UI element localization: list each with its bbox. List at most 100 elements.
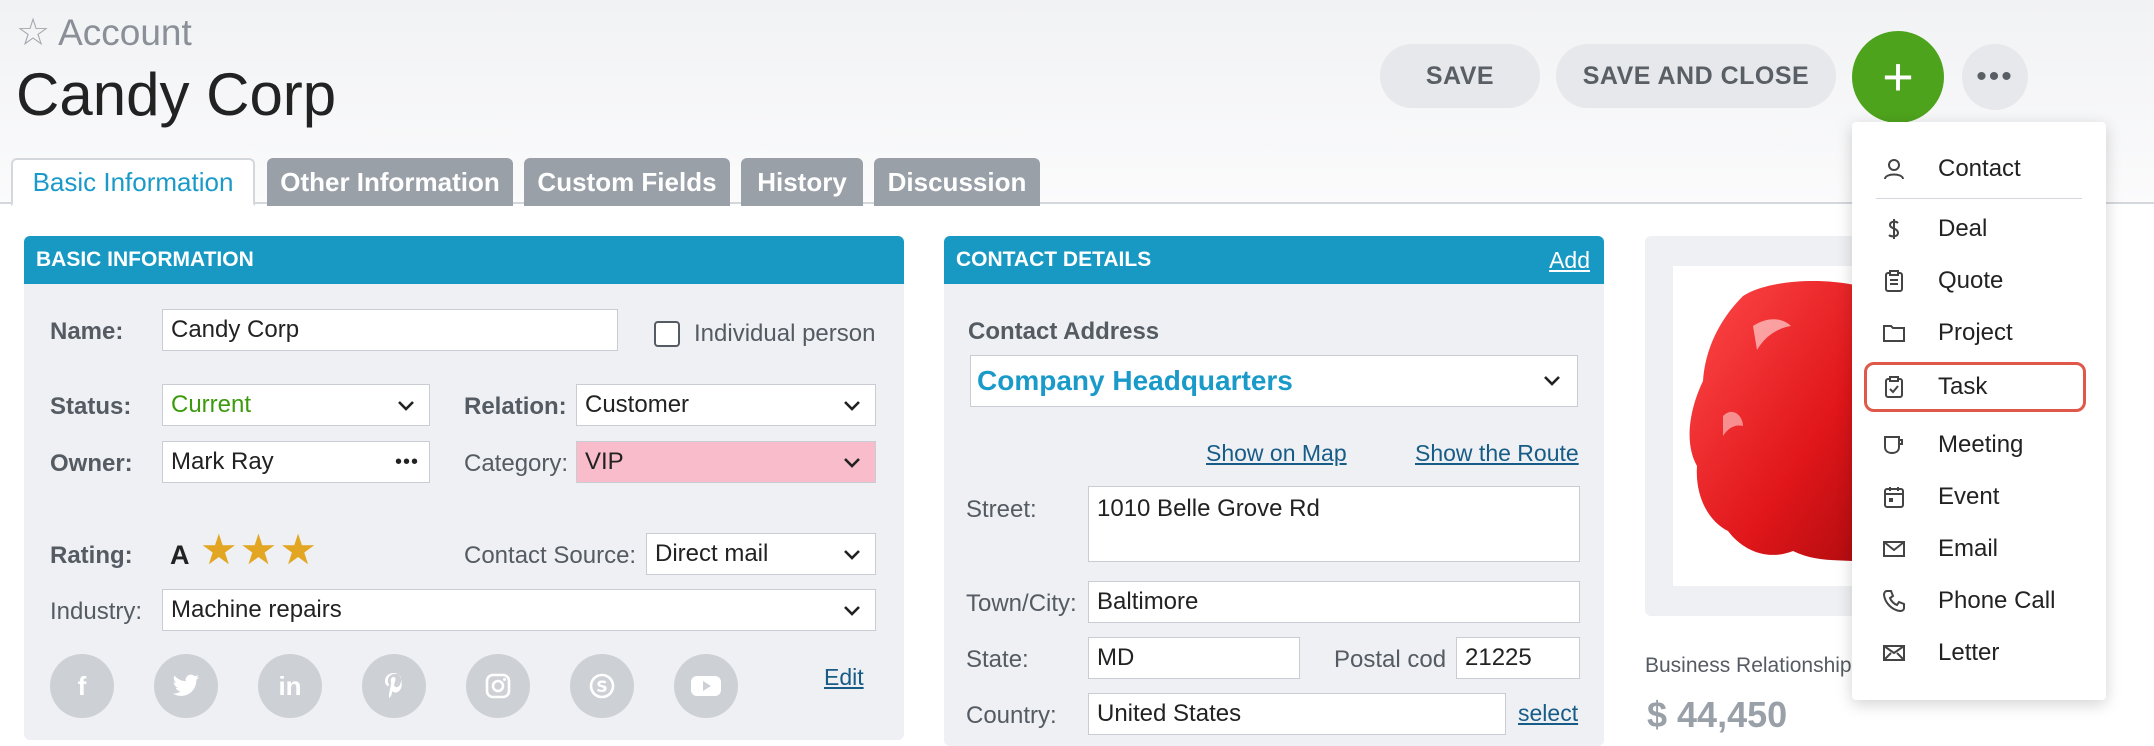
menu-divider xyxy=(1876,198,2082,199)
country-input[interactable]: United States xyxy=(1088,693,1506,735)
chevron-down-icon xyxy=(844,458,860,468)
state-label: State: xyxy=(966,646,1029,673)
add-new-button[interactable]: + xyxy=(1852,31,1944,123)
contact-source-value: Direct mail xyxy=(655,540,769,567)
instagram-icon[interactable] xyxy=(466,654,530,718)
business-relationship-value: $ 44,450 xyxy=(1647,694,1788,735)
menu-item-label: Task xyxy=(1938,373,1988,400)
relation-select[interactable]: Customer xyxy=(576,384,876,426)
chevron-down-icon xyxy=(844,606,860,616)
breadcrumb: ☆ Account xyxy=(16,10,192,55)
menu-item-letter[interactable]: Letter xyxy=(1852,628,2106,678)
menu-item-project[interactable]: Project xyxy=(1852,308,2106,358)
menu-item-event[interactable]: Event xyxy=(1852,472,2106,522)
menu-item-phone-call[interactable]: Phone Call xyxy=(1852,576,2106,626)
menu-item-label: Letter xyxy=(1938,639,2000,666)
industry-select[interactable]: Machine repairs xyxy=(162,589,876,631)
status-value: Current xyxy=(171,391,252,418)
individual-person-label: Individual person xyxy=(694,320,876,347)
owner-input[interactable]: Mark Ray ••• xyxy=(162,441,430,483)
add-contact-link[interactable]: Add xyxy=(1549,247,1590,274)
menu-item-label: Project xyxy=(1938,319,2013,346)
menu-item-meeting[interactable]: Meeting xyxy=(1852,420,2106,470)
star-icon[interactable]: ☆ xyxy=(16,10,50,55)
save-and-close-button[interactable]: SAVE AND CLOSE xyxy=(1556,44,1836,108)
select-country-link[interactable]: select xyxy=(1518,700,1578,727)
owner-more-icon[interactable]: ••• xyxy=(395,451,419,474)
town-input[interactable]: Baltimore xyxy=(1088,581,1580,623)
tab-custom-fields[interactable]: Custom Fields xyxy=(524,158,730,206)
plus-icon: + xyxy=(1882,47,1914,107)
menu-item-email[interactable]: Email xyxy=(1852,524,2106,574)
street-input[interactable]: 1010 Belle Grove Rd xyxy=(1088,486,1580,562)
menu-item-label: Phone Call xyxy=(1938,587,2056,614)
status-select[interactable]: Current xyxy=(162,384,430,426)
skype-icon[interactable]: S xyxy=(570,654,634,718)
more-options-button[interactable]: ••• xyxy=(1962,44,2028,110)
contact-source-label: Contact Source: xyxy=(464,542,637,569)
contact-address-select[interactable]: Company Headquarters xyxy=(970,355,1578,407)
page-title: Candy Corp xyxy=(16,61,337,128)
menu-item-label: Meeting xyxy=(1938,431,2024,458)
contact-address-label: Contact Address xyxy=(968,318,1160,345)
breadcrumb-label: Account xyxy=(58,11,192,53)
calendar-icon xyxy=(1884,487,1904,508)
industry-value: Machine repairs xyxy=(171,596,342,623)
category-label: Category: xyxy=(464,450,569,477)
rating-stars[interactable]: ★★★ xyxy=(200,525,319,574)
pinterest-icon[interactable] xyxy=(362,654,426,718)
show-on-map-link[interactable]: Show on Map xyxy=(1206,440,1347,467)
more-icon: ••• xyxy=(1976,60,2014,93)
save-button[interactable]: SAVE xyxy=(1380,44,1540,108)
menu-item-label: Contact xyxy=(1938,155,2021,182)
youtube-icon[interactable] xyxy=(674,654,738,718)
add-new-menu: Contact Deal Quote Project Task Meeting … xyxy=(1852,122,2106,700)
menu-item-quote[interactable]: Quote xyxy=(1852,256,2106,306)
menu-item-label: Quote xyxy=(1938,267,2004,294)
relation-label: Relation: xyxy=(464,393,567,420)
chevron-down-icon xyxy=(1544,376,1560,386)
menu-item-label: Event xyxy=(1938,483,2000,510)
edit-social-link[interactable]: Edit xyxy=(824,664,864,691)
menu-item-label: Deal xyxy=(1938,215,1988,242)
contact-address-value: Company Headquarters xyxy=(977,365,1293,396)
status-label: Status: xyxy=(50,393,132,420)
menu-item-deal[interactable]: Deal xyxy=(1852,204,2106,254)
contact-details-title: CONTACT DETAILS xyxy=(956,248,1152,271)
state-input[interactable]: MD xyxy=(1088,637,1300,679)
linkedin-icon[interactable]: in xyxy=(258,654,322,718)
category-select[interactable]: VIP xyxy=(576,441,876,483)
industry-label: Industry: xyxy=(50,598,143,625)
contact-details-heading: CONTACT DETAILS Add xyxy=(944,236,1604,284)
chevron-down-icon xyxy=(398,401,414,411)
show-route-link[interactable]: Show the Route xyxy=(1415,440,1579,467)
tab-history[interactable]: History xyxy=(741,158,863,206)
category-value: VIP xyxy=(585,448,624,475)
relation-value: Customer xyxy=(585,391,690,418)
owner-value: Mark Ray xyxy=(171,448,274,475)
owner-label: Owner: xyxy=(50,450,133,477)
rating-label: Rating: xyxy=(50,542,133,569)
dollar-icon xyxy=(1888,219,1900,239)
facebook-icon[interactable]: f xyxy=(50,654,114,718)
menu-item-contact[interactable]: Contact xyxy=(1852,144,2106,194)
clipboard-icon xyxy=(1885,270,1903,292)
contact-source-select[interactable]: Direct mail xyxy=(646,533,876,575)
postal-code-input[interactable]: 21225 xyxy=(1456,637,1580,679)
country-label: Country: xyxy=(966,702,1057,729)
street-label: Street: xyxy=(966,496,1037,523)
tab-basic-information[interactable]: Basic Information xyxy=(11,158,255,206)
chevron-down-icon xyxy=(844,550,860,560)
tab-discussion[interactable]: Discussion xyxy=(874,158,1040,206)
business-relationship-label: Business Relationship xyxy=(1645,654,1852,677)
chevron-down-icon xyxy=(844,401,860,411)
individual-person-checkbox[interactable] xyxy=(654,321,680,347)
name-input[interactable]: Candy Corp xyxy=(162,309,618,351)
letter-icon xyxy=(1883,645,1905,661)
tab-other-information[interactable]: Other Information xyxy=(267,158,513,206)
basic-information-title: BASIC INFORMATION xyxy=(36,248,254,271)
checkbox-clipboard-icon xyxy=(1885,376,1903,398)
cup-icon xyxy=(1884,436,1903,455)
menu-item-task[interactable]: Task xyxy=(1864,362,2086,412)
twitter-icon[interactable] xyxy=(154,654,218,718)
